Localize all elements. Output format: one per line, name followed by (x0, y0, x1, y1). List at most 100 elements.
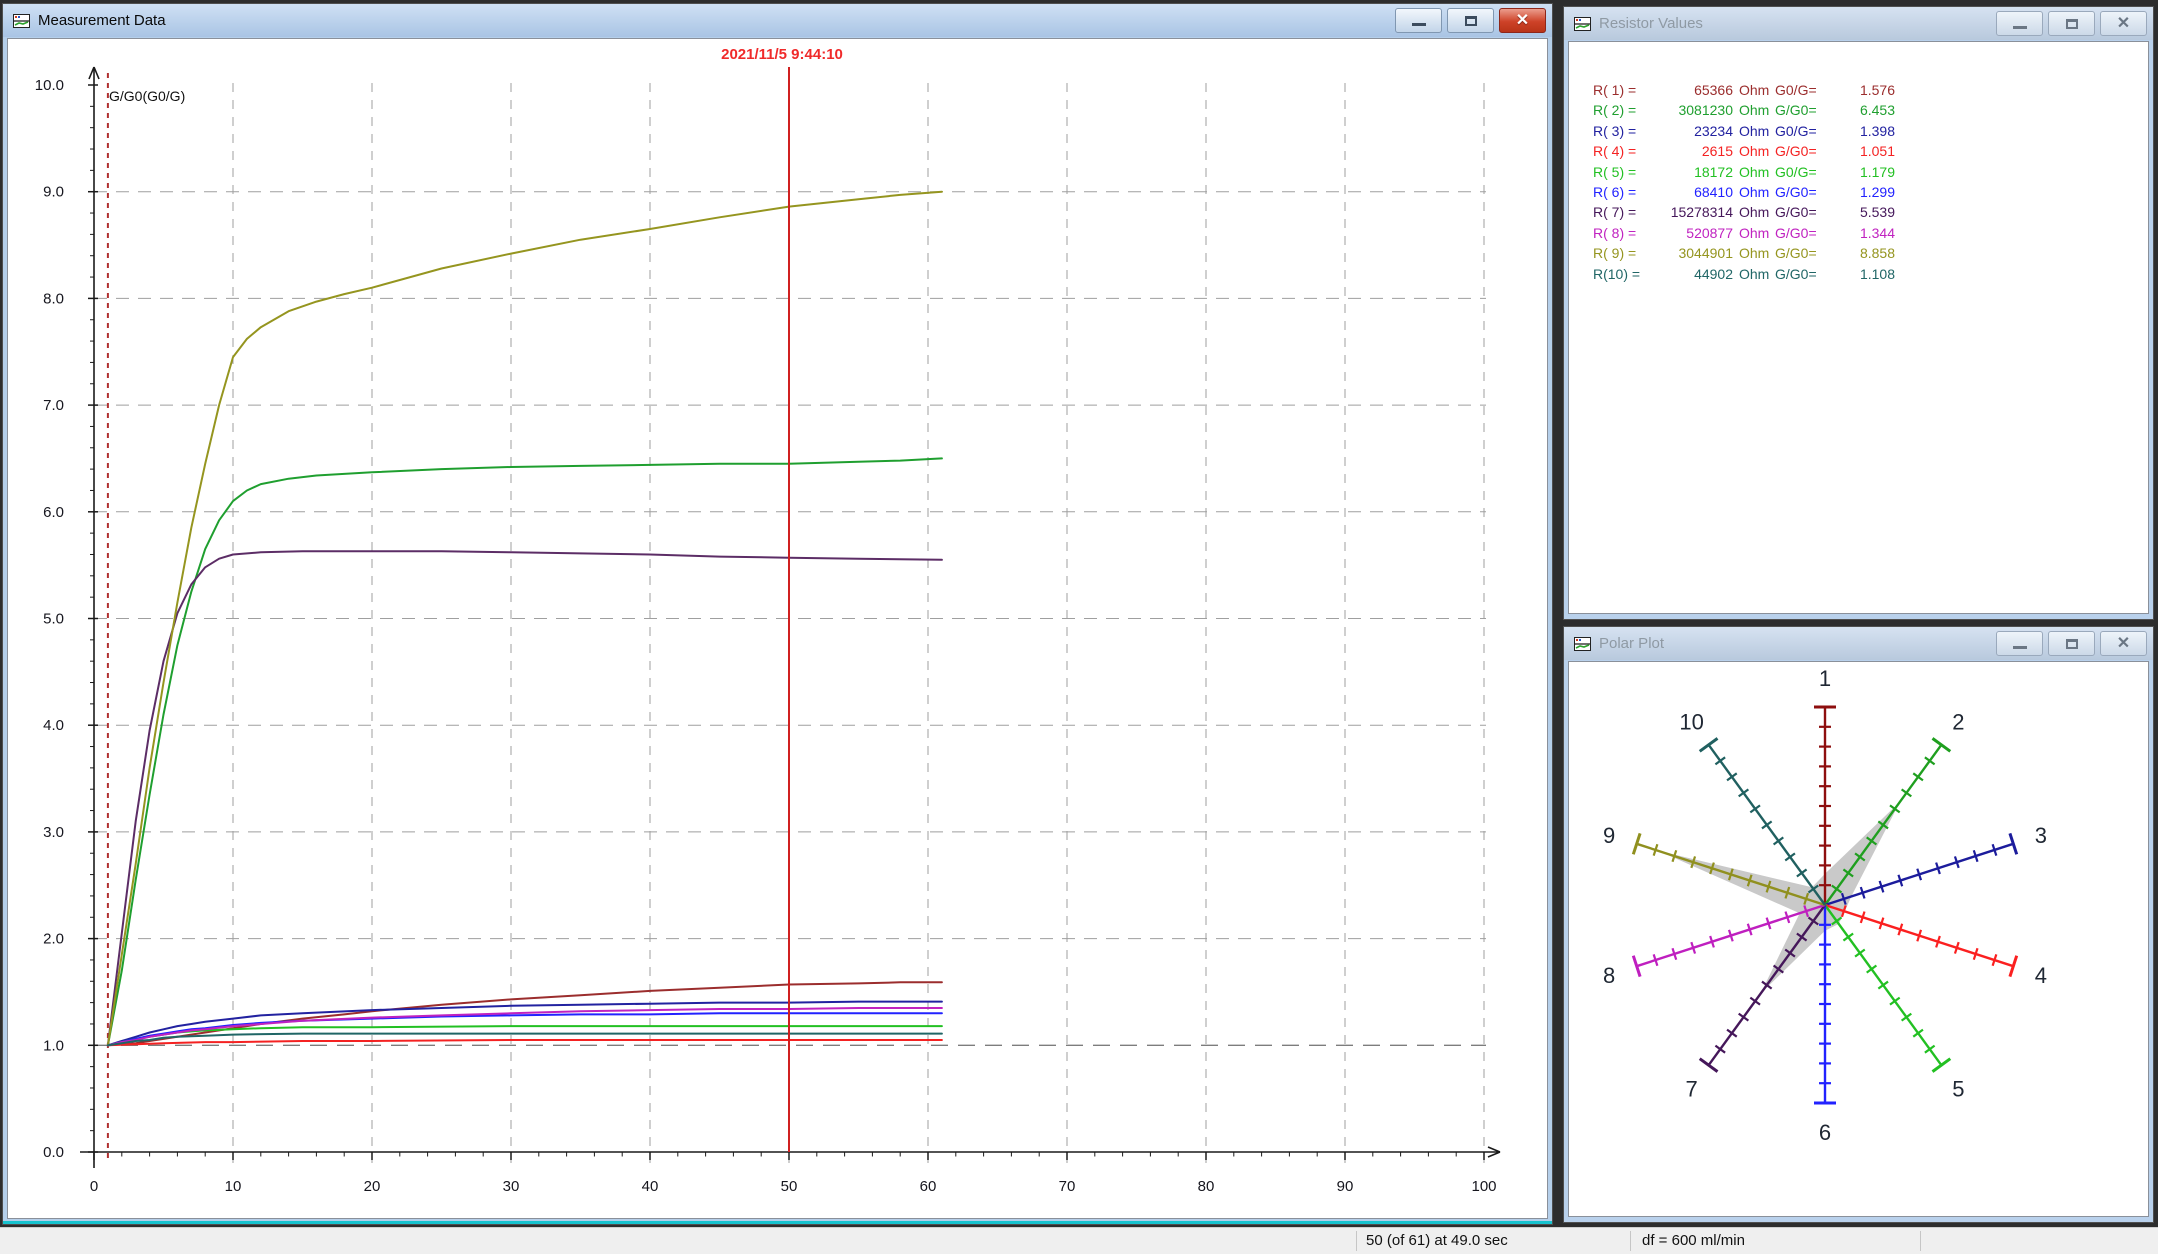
maximize-button[interactable] (2048, 11, 2095, 36)
svg-text:50: 50 (781, 1178, 798, 1195)
active-window-accent (3, 1221, 1552, 1224)
resistor-ratio-label: G/G0= (1771, 202, 1829, 222)
resistor-row: R( 9) =3044901OhmG/G0=8.858 (1593, 243, 2148, 263)
measurement-chart[interactable]: 0.01.02.03.04.05.06.07.08.09.010.0010203… (8, 39, 1547, 1219)
close-icon: ✕ (2117, 16, 2130, 32)
resistor-label: R( 8) = (1593, 223, 1661, 243)
chart-app-icon (13, 13, 30, 29)
resistor-unit: Ohm (1733, 202, 1771, 222)
polar-axis-label: 9 (1603, 823, 1615, 848)
resistor-row: R( 8) =520877OhmG/G0=1.344 (1593, 223, 2148, 243)
svg-text:90: 90 (1337, 1178, 1354, 1195)
axis-tick-labels: 0.01.02.03.04.05.06.07.08.09.010.0010203… (35, 77, 1497, 1195)
resistor-ohm-value: 2615 (1661, 141, 1733, 161)
resistor-ratio-label: G0/G= (1771, 162, 1829, 182)
resistor-ratio-label: G0/G= (1771, 121, 1829, 141)
chart-app-icon (1574, 16, 1591, 32)
resistor-ratio-label: G/G0= (1771, 141, 1829, 161)
minimize-button[interactable] (1996, 631, 2043, 656)
resistor-label: R( 4) = (1593, 141, 1661, 161)
window-title: Polar Plot (1599, 635, 1664, 652)
resistor-row: R( 6) =68410OhmG/G0=1.299 (1593, 182, 2148, 202)
polar-axis-label: 7 (1685, 1077, 1697, 1102)
minimize-icon (1412, 23, 1426, 26)
svg-text:3.0: 3.0 (43, 824, 64, 841)
resistor-label: R( 7) = (1593, 202, 1661, 222)
maximize-icon (1465, 16, 1477, 26)
resistor-label: R( 1) = (1593, 80, 1661, 100)
statusbar-separator (1630, 1231, 1631, 1251)
close-button[interactable]: ✕ (2100, 11, 2147, 36)
svg-text:0.0: 0.0 (43, 1144, 64, 1161)
resistor-unit: Ohm (1733, 243, 1771, 263)
maximize-icon (2066, 19, 2078, 29)
measurement-titlebar[interactable]: Measurement Data ✕ (3, 4, 1552, 37)
resistor-ratio-value: 1.179 (1829, 162, 1895, 182)
resistor-ratio-label: G0/G= (1771, 80, 1829, 100)
svg-text:2.0: 2.0 (43, 931, 64, 948)
resistor-unit: Ohm (1733, 162, 1771, 182)
close-button[interactable]: ✕ (2100, 631, 2147, 656)
resistor-ohm-value: 3044901 (1661, 243, 1733, 263)
svg-text:8.0: 8.0 (43, 290, 64, 307)
resistor-row: R( 3) =23234OhmG0/G=1.398 (1593, 121, 2148, 141)
resistor-row: R( 2) =3081230OhmG/G0=6.453 (1593, 100, 2148, 120)
timestamp-label: 2021/11/5 9:44:10 (721, 46, 843, 63)
minimize-icon (2013, 646, 2027, 649)
resistor-ohm-value: 520877 (1661, 223, 1733, 243)
statusbar-separator (1920, 1231, 1921, 1251)
svg-text:9.0: 9.0 (43, 184, 64, 201)
window-title: Resistor Values (1599, 15, 1703, 32)
resistor-unit: Ohm (1733, 141, 1771, 161)
resistor-unit: Ohm (1733, 121, 1771, 141)
svg-text:1.0: 1.0 (43, 1037, 64, 1054)
status-flow: df = 600 ml/min (1642, 1228, 1745, 1254)
resistor-values-window: Resistor Values ✕ R( 1) =65366OhmG0/G=1.… (1563, 6, 2154, 620)
measurement-chart-area: 0.01.02.03.04.05.06.07.08.09.010.0010203… (7, 38, 1548, 1219)
polar-spokes (1633, 707, 2016, 1103)
resistor-list: R( 1) =65366OhmG0/G=1.576R( 2) =3081230O… (1569, 42, 2148, 284)
polar-axis-label: 8 (1603, 963, 1615, 988)
svg-text:30: 30 (503, 1178, 520, 1195)
close-icon: ✕ (2117, 636, 2130, 652)
resistor-label: R( 3) = (1593, 121, 1661, 141)
resistor-ratio-label: G/G0= (1771, 100, 1829, 120)
resistor-unit: Ohm (1733, 223, 1771, 243)
resistor-row: R( 1) =65366OhmG0/G=1.576 (1593, 80, 2148, 100)
svg-text:0: 0 (90, 1178, 98, 1195)
svg-text:6.0: 6.0 (43, 504, 64, 521)
minimize-button[interactable] (1395, 8, 1442, 33)
polar-axis-label: 3 (2035, 823, 2047, 848)
polar-axis-label: 2 (1952, 709, 1964, 734)
svg-text:20: 20 (364, 1178, 381, 1195)
polar-titlebar[interactable]: Polar Plot ✕ (1564, 627, 2153, 660)
resistor-unit: Ohm (1733, 182, 1771, 202)
svg-text:10: 10 (225, 1178, 242, 1195)
polar-axis-label: 1 (1819, 666, 1831, 691)
polar-axis-label: 5 (1952, 1077, 1964, 1102)
window-title: Measurement Data (38, 12, 166, 29)
polar-chart[interactable]: 12345678910 (1569, 662, 2149, 1217)
resistor-ratio-value: 1.108 (1829, 264, 1895, 284)
resistor-ohm-value: 3081230 (1661, 100, 1733, 120)
minimize-button[interactable] (1996, 11, 2043, 36)
maximize-button[interactable] (1447, 8, 1494, 33)
resistor-ratio-value: 5.539 (1829, 202, 1895, 222)
resistor-ohm-value: 18172 (1661, 162, 1733, 182)
resistor-ratio-label: G/G0= (1771, 223, 1829, 243)
resistor-ohm-value: 23234 (1661, 121, 1733, 141)
close-button[interactable]: ✕ (1499, 8, 1546, 33)
resistor-titlebar[interactable]: Resistor Values ✕ (1564, 7, 2153, 40)
svg-text:100: 100 (1471, 1178, 1496, 1195)
chart-app-icon (1574, 636, 1591, 652)
maximize-button[interactable] (2048, 631, 2095, 656)
resistor-ohm-value: 68410 (1661, 182, 1733, 202)
resistor-values-area: R( 1) =65366OhmG0/G=1.576R( 2) =3081230O… (1568, 41, 2149, 614)
resistor-ratio-label: G/G0= (1771, 182, 1829, 202)
svg-text:10.0: 10.0 (35, 77, 64, 94)
resistor-unit: Ohm (1733, 264, 1771, 284)
polar-plot-area: 12345678910 (1568, 661, 2149, 1217)
resistor-ratio-value: 8.858 (1829, 243, 1895, 263)
resistor-unit: Ohm (1733, 80, 1771, 100)
polar-plot-window: Polar Plot ✕ 12345678910 (1563, 626, 2154, 1223)
